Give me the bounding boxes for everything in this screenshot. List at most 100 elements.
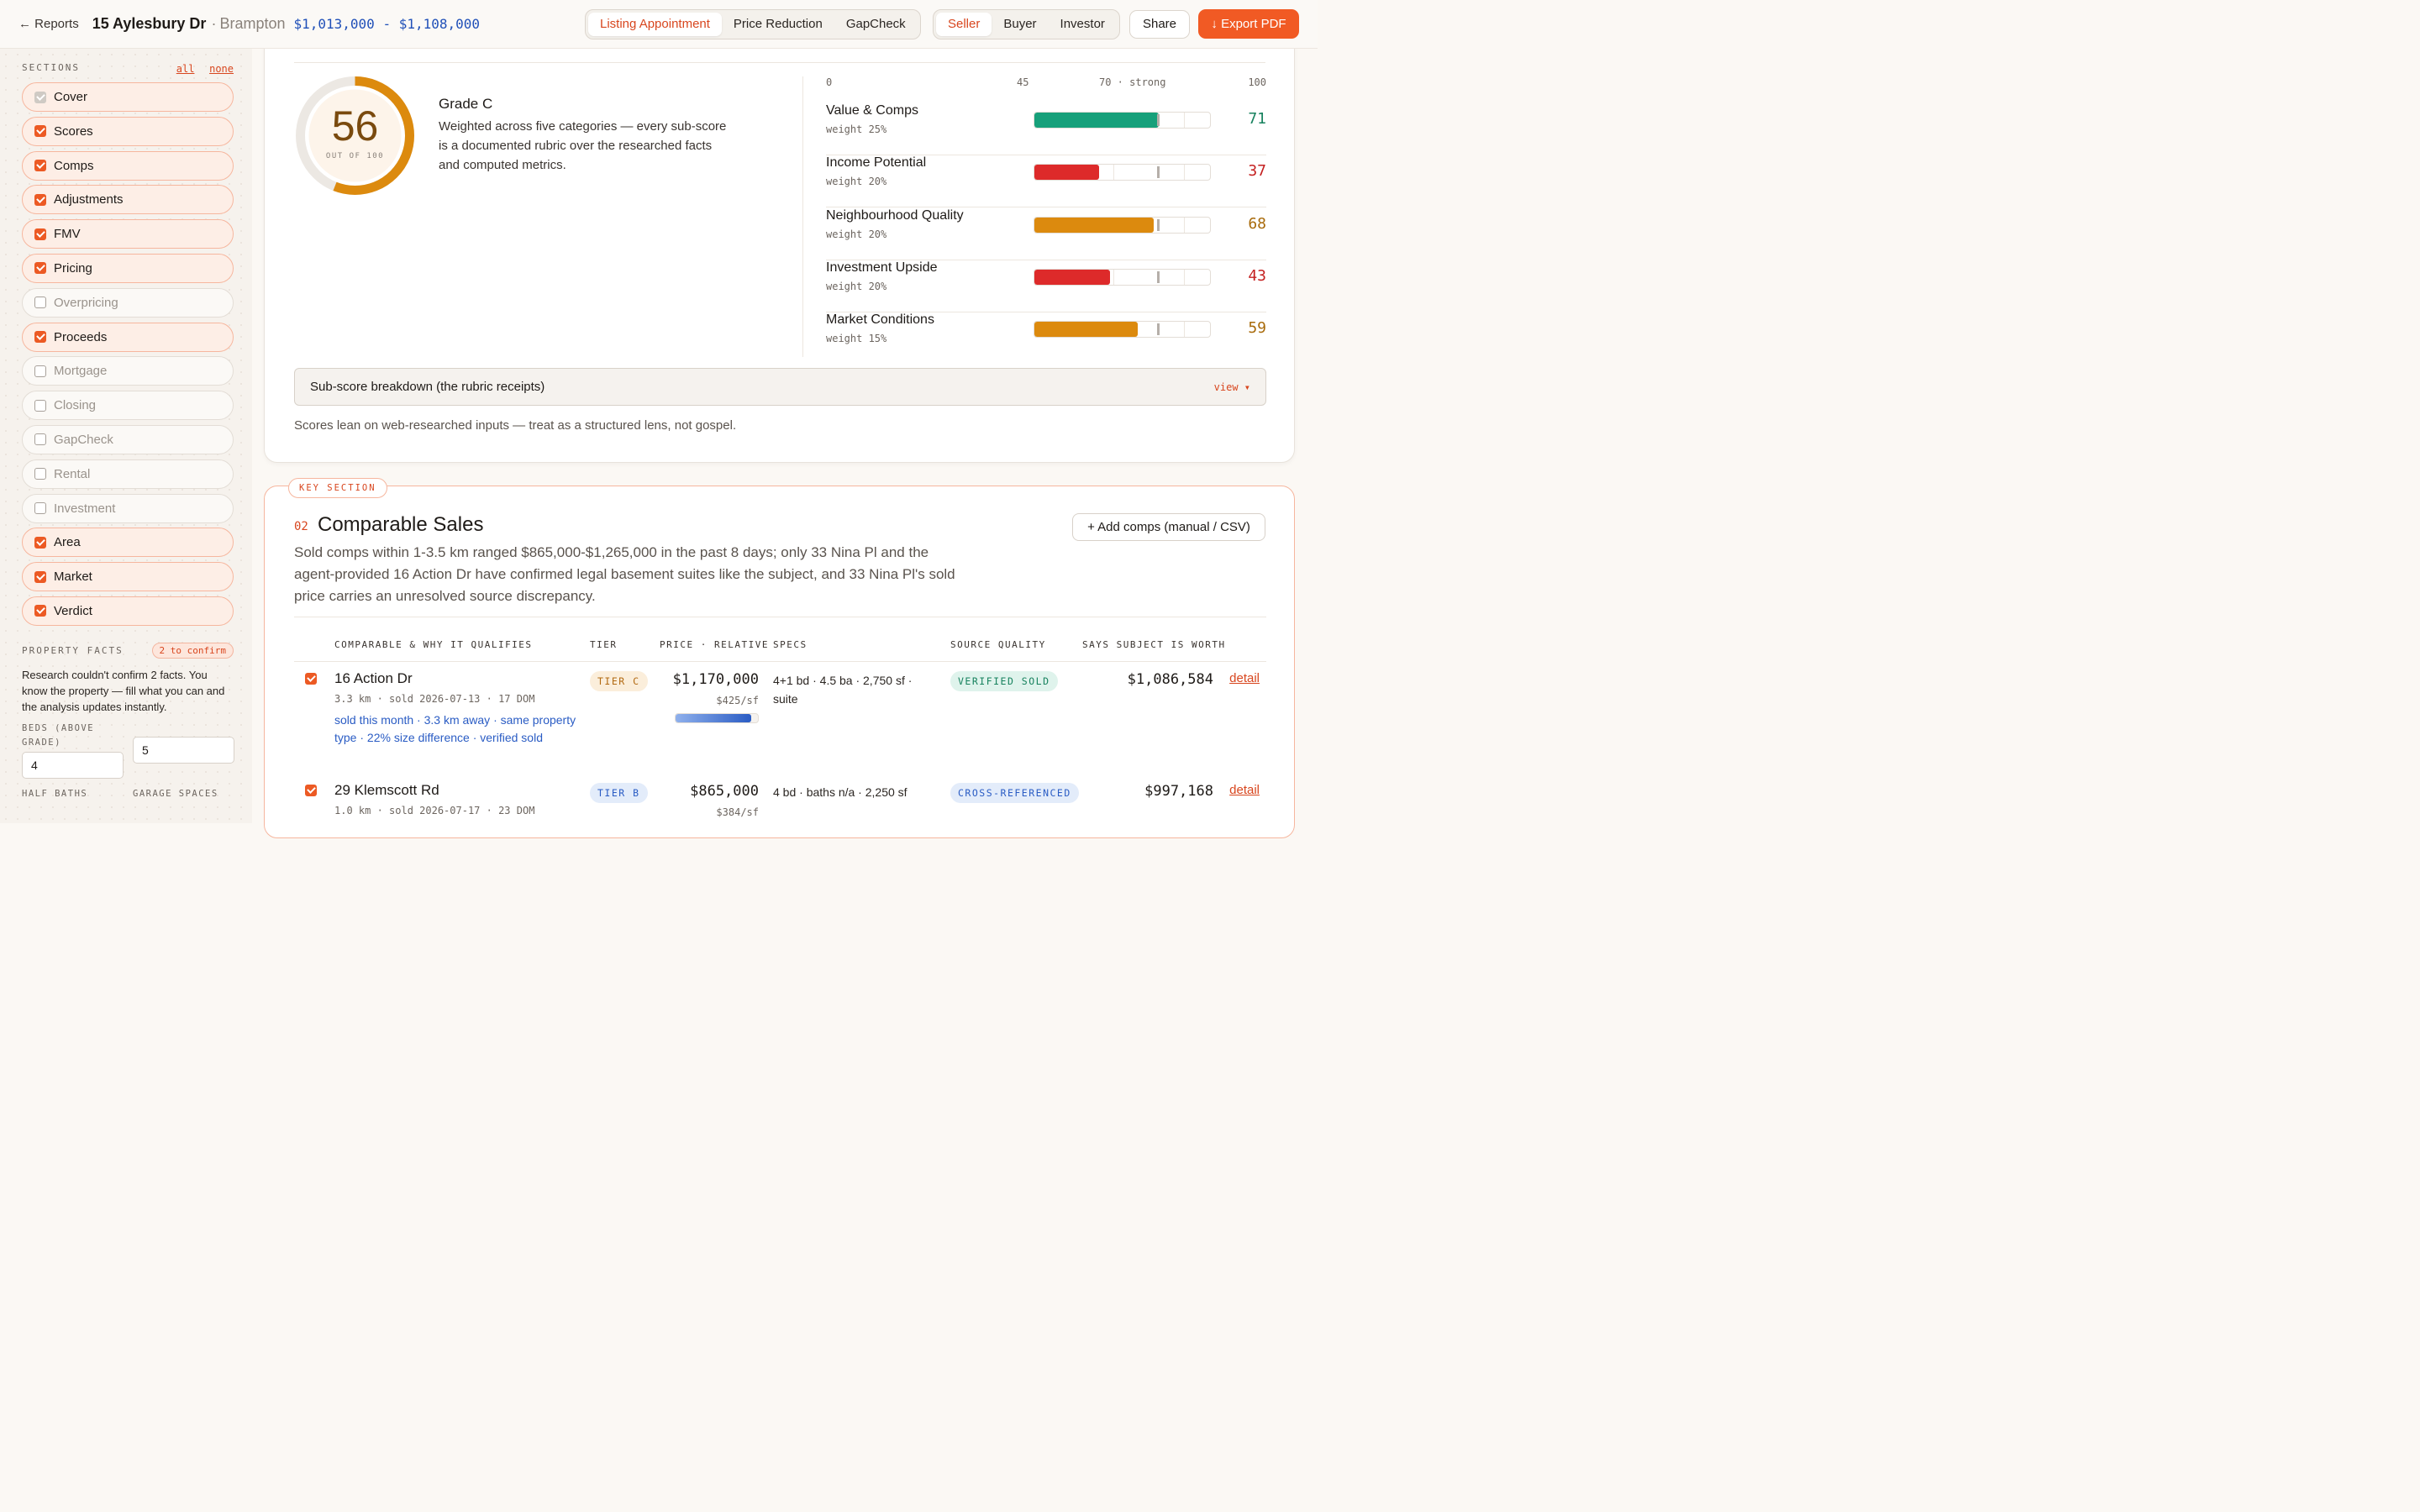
comp-detail-link[interactable]: detail	[1229, 783, 1260, 797]
scale-label-70: 70 · strong	[1099, 76, 1166, 88]
checkbox-icon[interactable]	[34, 331, 46, 344]
select-all-link[interactable]: all	[176, 63, 195, 75]
scale-label-0: 0	[826, 76, 833, 88]
section-toggle-mortgage[interactable]: Mortgage	[22, 356, 234, 386]
property-city: Brampton	[219, 15, 286, 32]
section-toggle-pricing[interactable]: Pricing	[22, 253, 234, 283]
score-row: Market Conditions weight 15% 59	[826, 312, 1266, 365]
select-none-link[interactable]: none	[209, 63, 234, 75]
checkbox-icon[interactable]	[34, 399, 46, 412]
tab-price-reduction[interactable]: Price Reduction	[722, 13, 834, 36]
section-label: Cover	[54, 90, 88, 104]
score-category-name: Value & Comps	[826, 103, 918, 118]
add-comps-button[interactable]: + Add comps (manual / CSV)	[1072, 513, 1265, 541]
section-toggle-market[interactable]: Market	[22, 562, 234, 592]
section-label: Verdict	[54, 603, 92, 618]
property-city-separator: ·	[211, 15, 217, 32]
checkbox-icon[interactable]	[34, 125, 46, 138]
score-bar	[1034, 268, 1211, 286]
back-to-reports-link[interactable]: ← Reports	[18, 17, 79, 31]
beds-label: BEDS (ABOVE GRADE)	[22, 722, 95, 748]
score-row: Income Potential weight 20% 37	[826, 155, 1266, 208]
section-list: Cover Scores Comps Adjustments FMV Pricing Ove…	[22, 82, 234, 626]
comp-tier-badge: TIER B	[590, 783, 648, 803]
comp-include-checkbox[interactable]	[305, 673, 317, 685]
checkbox-icon[interactable]	[34, 433, 46, 446]
score-bar-fill	[1034, 165, 1100, 181]
score-category-name: Neighbourhood Quality	[826, 207, 964, 223]
section-toggle-adjustments[interactable]: Adjustments	[22, 185, 234, 215]
tab-listing-appointment[interactable]: Listing Appointment	[588, 13, 722, 36]
checkbox-icon[interactable]	[34, 570, 46, 583]
checkbox-icon[interactable]	[34, 193, 46, 206]
score-category-weight: weight 25%	[826, 123, 887, 135]
section-toggle-rental[interactable]: Rental	[22, 459, 234, 489]
section-label: Area	[54, 535, 81, 550]
tab-gapcheck[interactable]: GapCheck	[834, 13, 918, 36]
section-toggle-investment[interactable]: Investment	[22, 493, 234, 523]
comp-price: $1,170,000	[672, 671, 759, 688]
score-category-weight: weight 20%	[826, 176, 887, 188]
checkbox-icon[interactable]	[34, 228, 46, 240]
checkbox-icon[interactable]	[34, 262, 46, 275]
checkbox-icon[interactable]	[34, 365, 46, 377]
section-toggle-fmv[interactable]: FMV	[22, 219, 234, 249]
score-category-value: 71	[1248, 110, 1266, 128]
section-toggle-scores[interactable]: Scores	[22, 116, 234, 146]
tab-buyer[interactable]: Buyer	[992, 13, 1048, 36]
share-button[interactable]: Share	[1129, 10, 1190, 39]
sections-label: SECTIONS	[22, 61, 80, 73]
section-label: Comps	[54, 158, 94, 173]
checkbox-icon[interactable]	[34, 468, 46, 480]
score-category-weight: weight 20%	[826, 280, 887, 292]
comp-specs: 4 bd · baths n/a · 2,250 sf	[773, 785, 908, 799]
score-category-value: 37	[1248, 162, 1266, 181]
score-category-name: Investment Upside	[826, 260, 938, 275]
full-baths-input[interactable]: 5	[133, 736, 234, 764]
tab-seller[interactable]: Seller	[936, 13, 992, 36]
score-category-value: 68	[1248, 214, 1266, 233]
export-pdf-button[interactable]: ↓ Export PDF	[1198, 9, 1299, 39]
section-toggle-overpricing[interactable]: Overpricing	[22, 287, 234, 318]
comp-address: 16 Action Dr	[334, 670, 413, 686]
comparable-sales-card: KEY SECTION 02 Comparable Sales + Add co…	[264, 478, 1295, 838]
section-toggle-area[interactable]: Area	[22, 528, 234, 558]
checkbox-icon[interactable]	[34, 91, 46, 103]
checkbox-icon[interactable]	[34, 605, 46, 617]
checkbox-icon[interactable]	[34, 536, 46, 549]
section-label: Rental	[54, 466, 91, 481]
section-label: GapCheck	[54, 432, 113, 447]
tab-investor[interactable]: Investor	[1049, 13, 1117, 36]
comp-include-checkbox[interactable]	[305, 785, 317, 796]
checkbox-icon[interactable]	[34, 297, 46, 309]
col-price: PRICE · RELATIVE	[660, 639, 769, 650]
section-toggle-closing[interactable]: Closing	[22, 391, 234, 421]
section-toggle-gapcheck[interactable]: GapCheck	[22, 424, 234, 454]
report-type-switcher: Listing Appointment Price Reduction GapC…	[585, 9, 921, 39]
grade-title: Grade C	[439, 96, 493, 112]
section-number: 02	[294, 520, 308, 533]
comp-detail-link[interactable]: detail	[1229, 671, 1260, 685]
section-label: Adjustments	[54, 192, 124, 207]
section-label: Scores	[54, 123, 93, 139]
breakdown-view-link[interactable]: view ▾	[1214, 381, 1250, 393]
score-bar-fill	[1034, 322, 1139, 338]
property-facts-header: PROPERTY FACTS 2 to confirm	[22, 642, 234, 659]
section-label: Mortgage	[54, 364, 108, 379]
comp-subject-worth: $1,086,584	[1127, 671, 1213, 688]
checkbox-icon[interactable]	[34, 502, 46, 515]
section-toggle-verdict[interactable]: Verdict	[22, 596, 234, 626]
checkbox-icon[interactable]	[34, 160, 46, 172]
section-toggle-comps[interactable]: Comps	[22, 150, 234, 181]
comp-meta: 1.0 km · sold 2026-07-17 · 23 DOM	[334, 805, 535, 816]
section-label: Investment	[54, 501, 116, 516]
score-bar-fill	[1034, 269, 1110, 285]
section-toggle-proceeds[interactable]: Proceeds	[22, 322, 234, 352]
section-toggle-cover[interactable]: Cover	[22, 82, 234, 112]
beds-input[interactable]: 4	[22, 751, 124, 779]
section-label: FMV	[54, 227, 81, 242]
audience-switcher: Seller Buyer Investor	[933, 9, 1120, 39]
comparable-sales-title: Comparable Sales	[318, 513, 484, 536]
comp-tier-badge: TIER C	[590, 671, 648, 691]
sub-score-breakdown-toggle[interactable]: Sub-score breakdown (the rubric receipts…	[294, 368, 1266, 406]
